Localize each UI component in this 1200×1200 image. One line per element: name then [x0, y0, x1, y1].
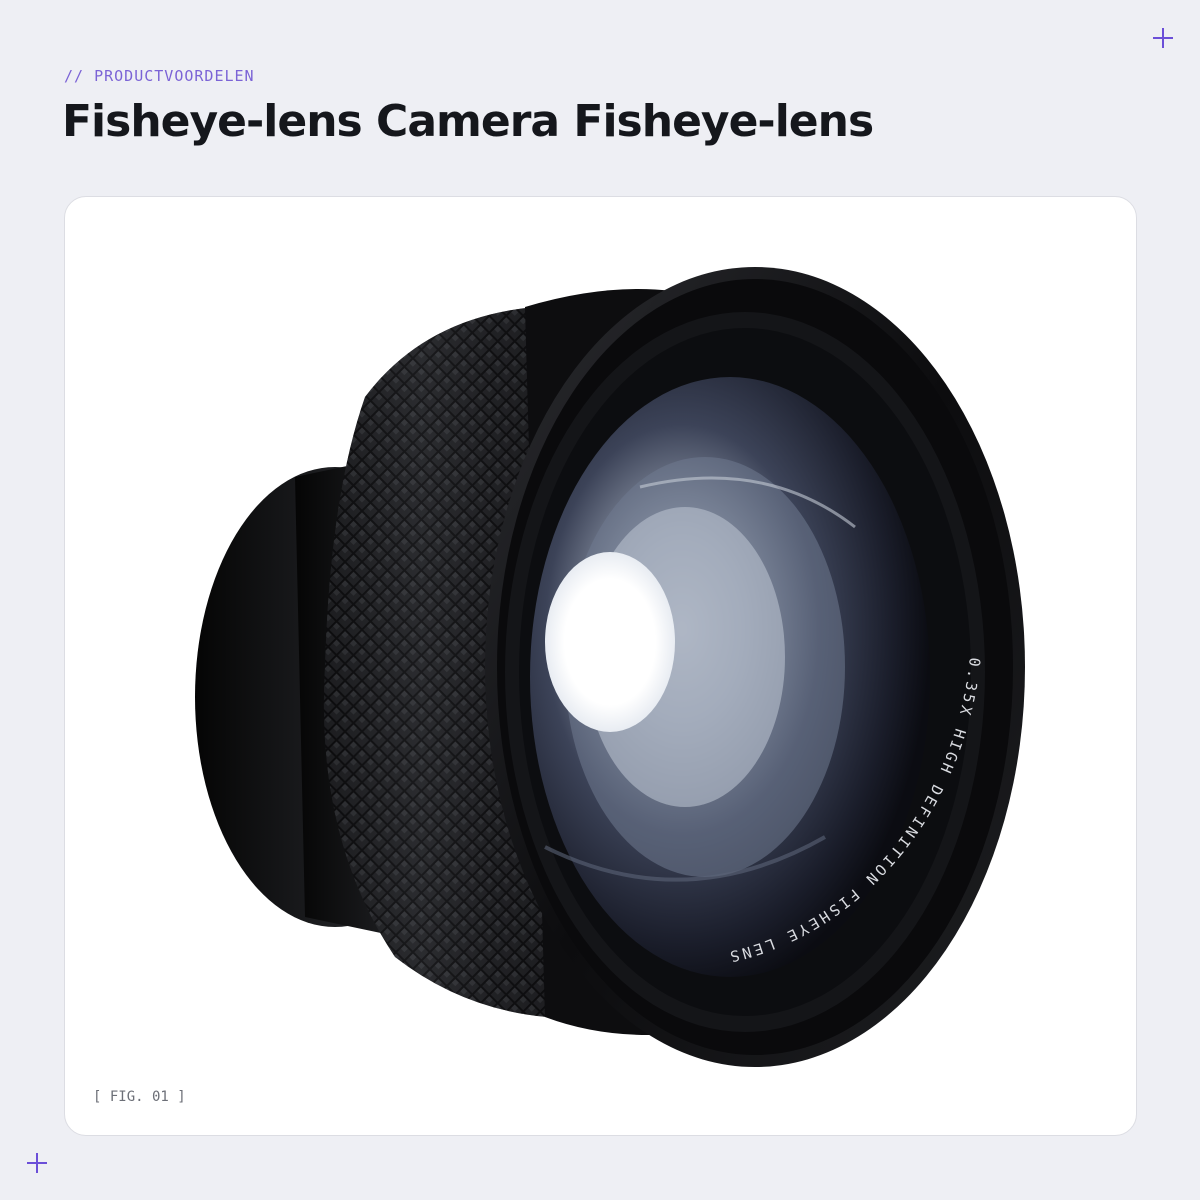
product-figure-card: 0.35X HIGH DEFINITION FISHEYE LENS [ FIG…: [64, 196, 1137, 1136]
corner-plus-icon-bottom-left: [27, 1153, 47, 1173]
page-title: Fisheye-lens Camera Fisheye-lens: [62, 96, 874, 147]
corner-plus-icon-top-right: [1153, 28, 1173, 48]
figure-caption: [ FIG. 01 ]: [93, 1089, 186, 1105]
fisheye-lens-image: 0.35X HIGH DEFINITION FISHEYE LENS: [195, 267, 1025, 1067]
section-eyebrow: // PRODUCTVOORDELEN: [64, 67, 255, 85]
